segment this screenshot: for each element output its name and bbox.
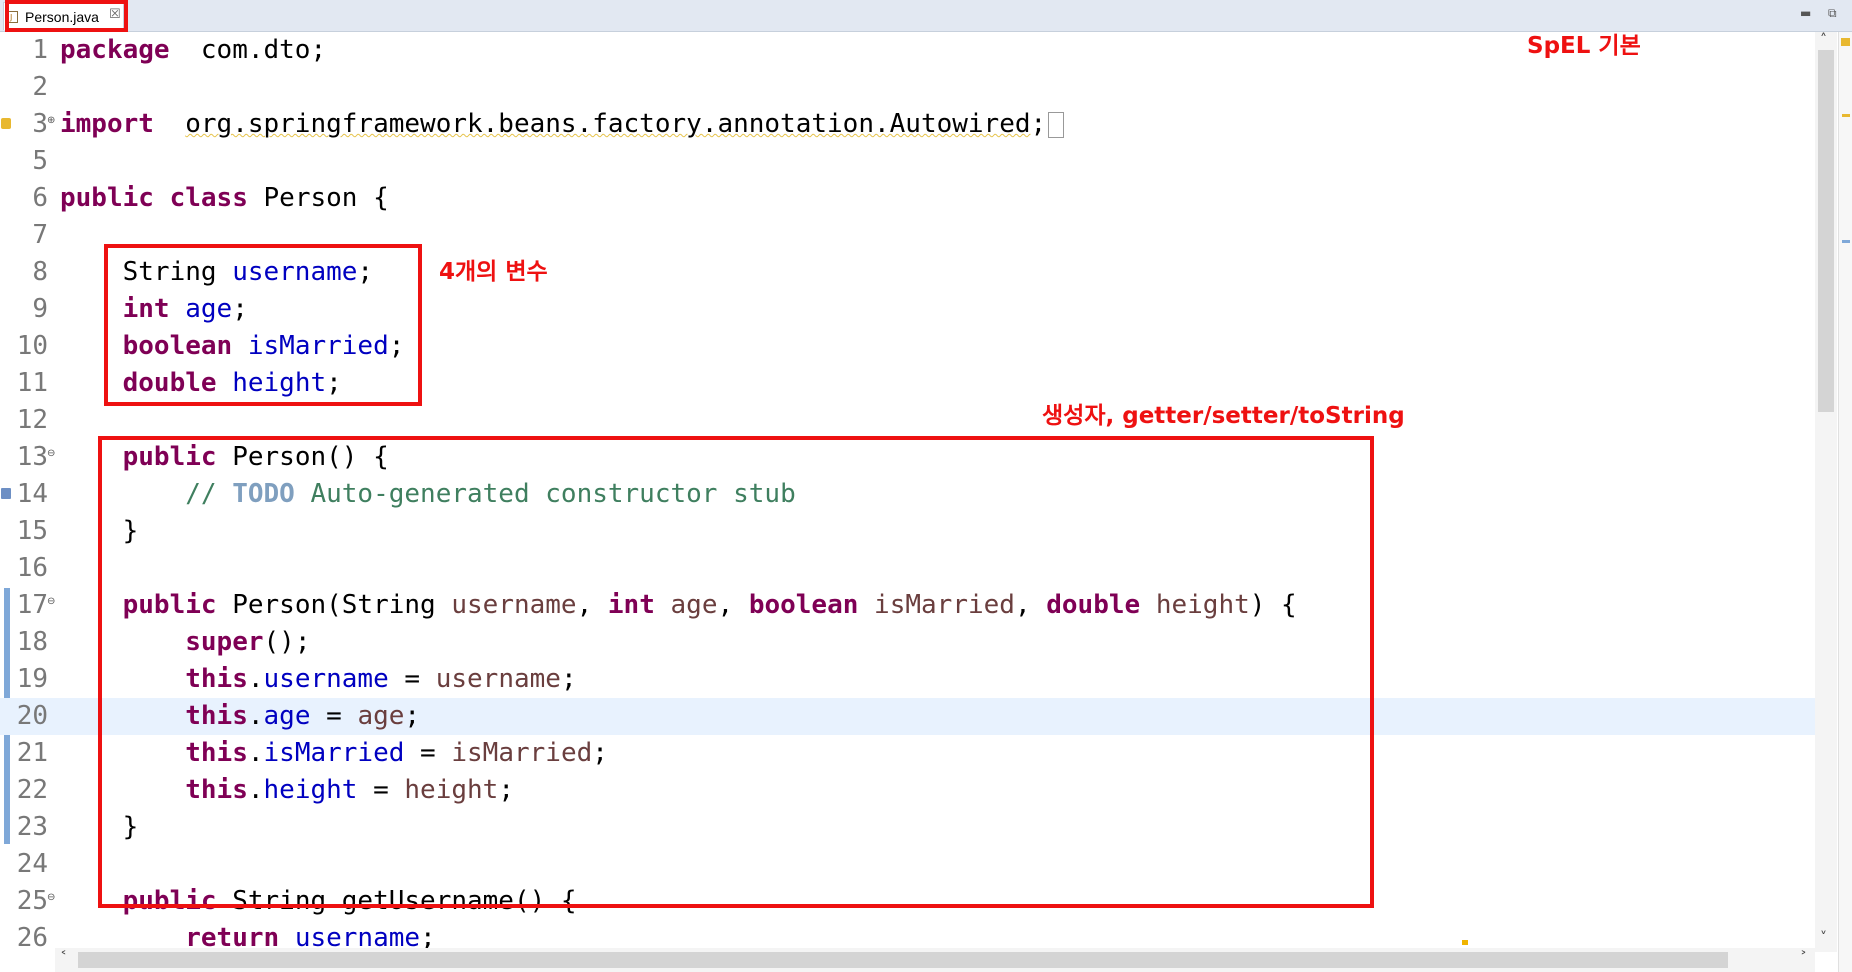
- line-number: 14: [16, 479, 48, 509]
- code-token: ;: [1030, 109, 1047, 139]
- line-number: 3: [32, 109, 48, 139]
- line-number: 8: [32, 257, 48, 287]
- line-number: 19: [16, 664, 48, 694]
- line-number: 9: [32, 294, 48, 324]
- line-number: 16: [16, 553, 48, 583]
- code-line[interactable]: 5: [0, 143, 1815, 180]
- code-text: package com.dto;: [60, 32, 326, 69]
- overview-warning-mark[interactable]: [1842, 114, 1850, 117]
- warning-marker-icon[interactable]: [1841, 38, 1850, 46]
- fold-toggle-icon[interactable]: ⊖: [47, 448, 55, 459]
- fold-toggle-icon[interactable]: ⊕: [47, 115, 55, 126]
- code-text: import org.springframework.beans.factory…: [60, 106, 1065, 143]
- line-number: 22: [16, 775, 48, 805]
- code-token: package: [60, 35, 170, 65]
- horizontal-scroll-thumb[interactable]: [78, 952, 1728, 968]
- fields-highlight-box: [104, 244, 422, 406]
- annotation-fields-note: 4개의 변수: [439, 259, 548, 285]
- folded-imports-icon[interactable]: [1048, 111, 1065, 138]
- line-number: 26: [16, 923, 48, 952]
- line-number: 1: [32, 35, 48, 65]
- line-number: 2: [32, 72, 48, 102]
- code-token: public: [60, 183, 154, 213]
- task-icon[interactable]: [1, 488, 11, 499]
- line-number: 7: [32, 220, 48, 250]
- warning-icon[interactable]: [1, 118, 11, 129]
- line-number: 17: [16, 590, 48, 620]
- warning-dot: [1462, 940, 1468, 945]
- methods-highlight-box: [98, 436, 1374, 908]
- vertical-scroll-thumb[interactable]: [1818, 50, 1834, 412]
- restore-icon[interactable]: ⧉: [1828, 6, 1837, 21]
- line-number: 23: [16, 812, 48, 842]
- code-line[interactable]: 3 ⊕ import org.springframework.beans.facto…: [0, 106, 1815, 143]
- scroll-up-icon[interactable]: ˄: [1820, 32, 1827, 48]
- line-number: 12: [16, 405, 48, 435]
- minimize-icon[interactable]: ▬: [1800, 6, 1811, 20]
- line-number: 10: [16, 331, 48, 361]
- scroll-right-icon[interactable]: ˃: [1800, 950, 1807, 966]
- code-line[interactable]: 12: [0, 402, 1815, 439]
- line-number: 25: [16, 886, 48, 916]
- line-number: 5: [32, 146, 48, 176]
- line-number: 15: [16, 516, 48, 546]
- code-token: Person {: [247, 183, 389, 213]
- line-number: 21: [16, 738, 48, 768]
- scroll-left-icon[interactable]: ˂: [60, 950, 67, 966]
- line-number: 6: [32, 183, 48, 213]
- code-token: org.springframework.beans.factory.annota…: [185, 109, 1031, 139]
- code-line[interactable]: 2: [0, 69, 1815, 106]
- code-line[interactable]: 6 public class Person {: [0, 180, 1815, 217]
- line-number: 11: [16, 368, 48, 398]
- code-token: class: [169, 183, 248, 213]
- line-number: 20: [16, 701, 48, 731]
- fold-toggle-icon[interactable]: ⊖: [47, 596, 55, 607]
- code-token: import: [60, 109, 154, 139]
- tab-highlight-box: [5, 0, 128, 32]
- fold-toggle-icon[interactable]: ⊖: [47, 892, 55, 903]
- line-number: 24: [16, 849, 48, 879]
- annotation-methods-note: 생성자, getter/setter/toString: [1042, 403, 1405, 429]
- code-token: com.dto;: [169, 35, 327, 65]
- line-number: 13: [16, 442, 48, 472]
- scroll-down-icon[interactable]: ˅: [1820, 930, 1827, 946]
- code-text: public class Person {: [60, 180, 389, 217]
- overview-task-mark[interactable]: [1842, 240, 1850, 243]
- overview-ruler: [1838, 32, 1852, 972]
- annotation-title: SpEL 기본: [1527, 33, 1641, 59]
- line-number: 18: [16, 627, 48, 657]
